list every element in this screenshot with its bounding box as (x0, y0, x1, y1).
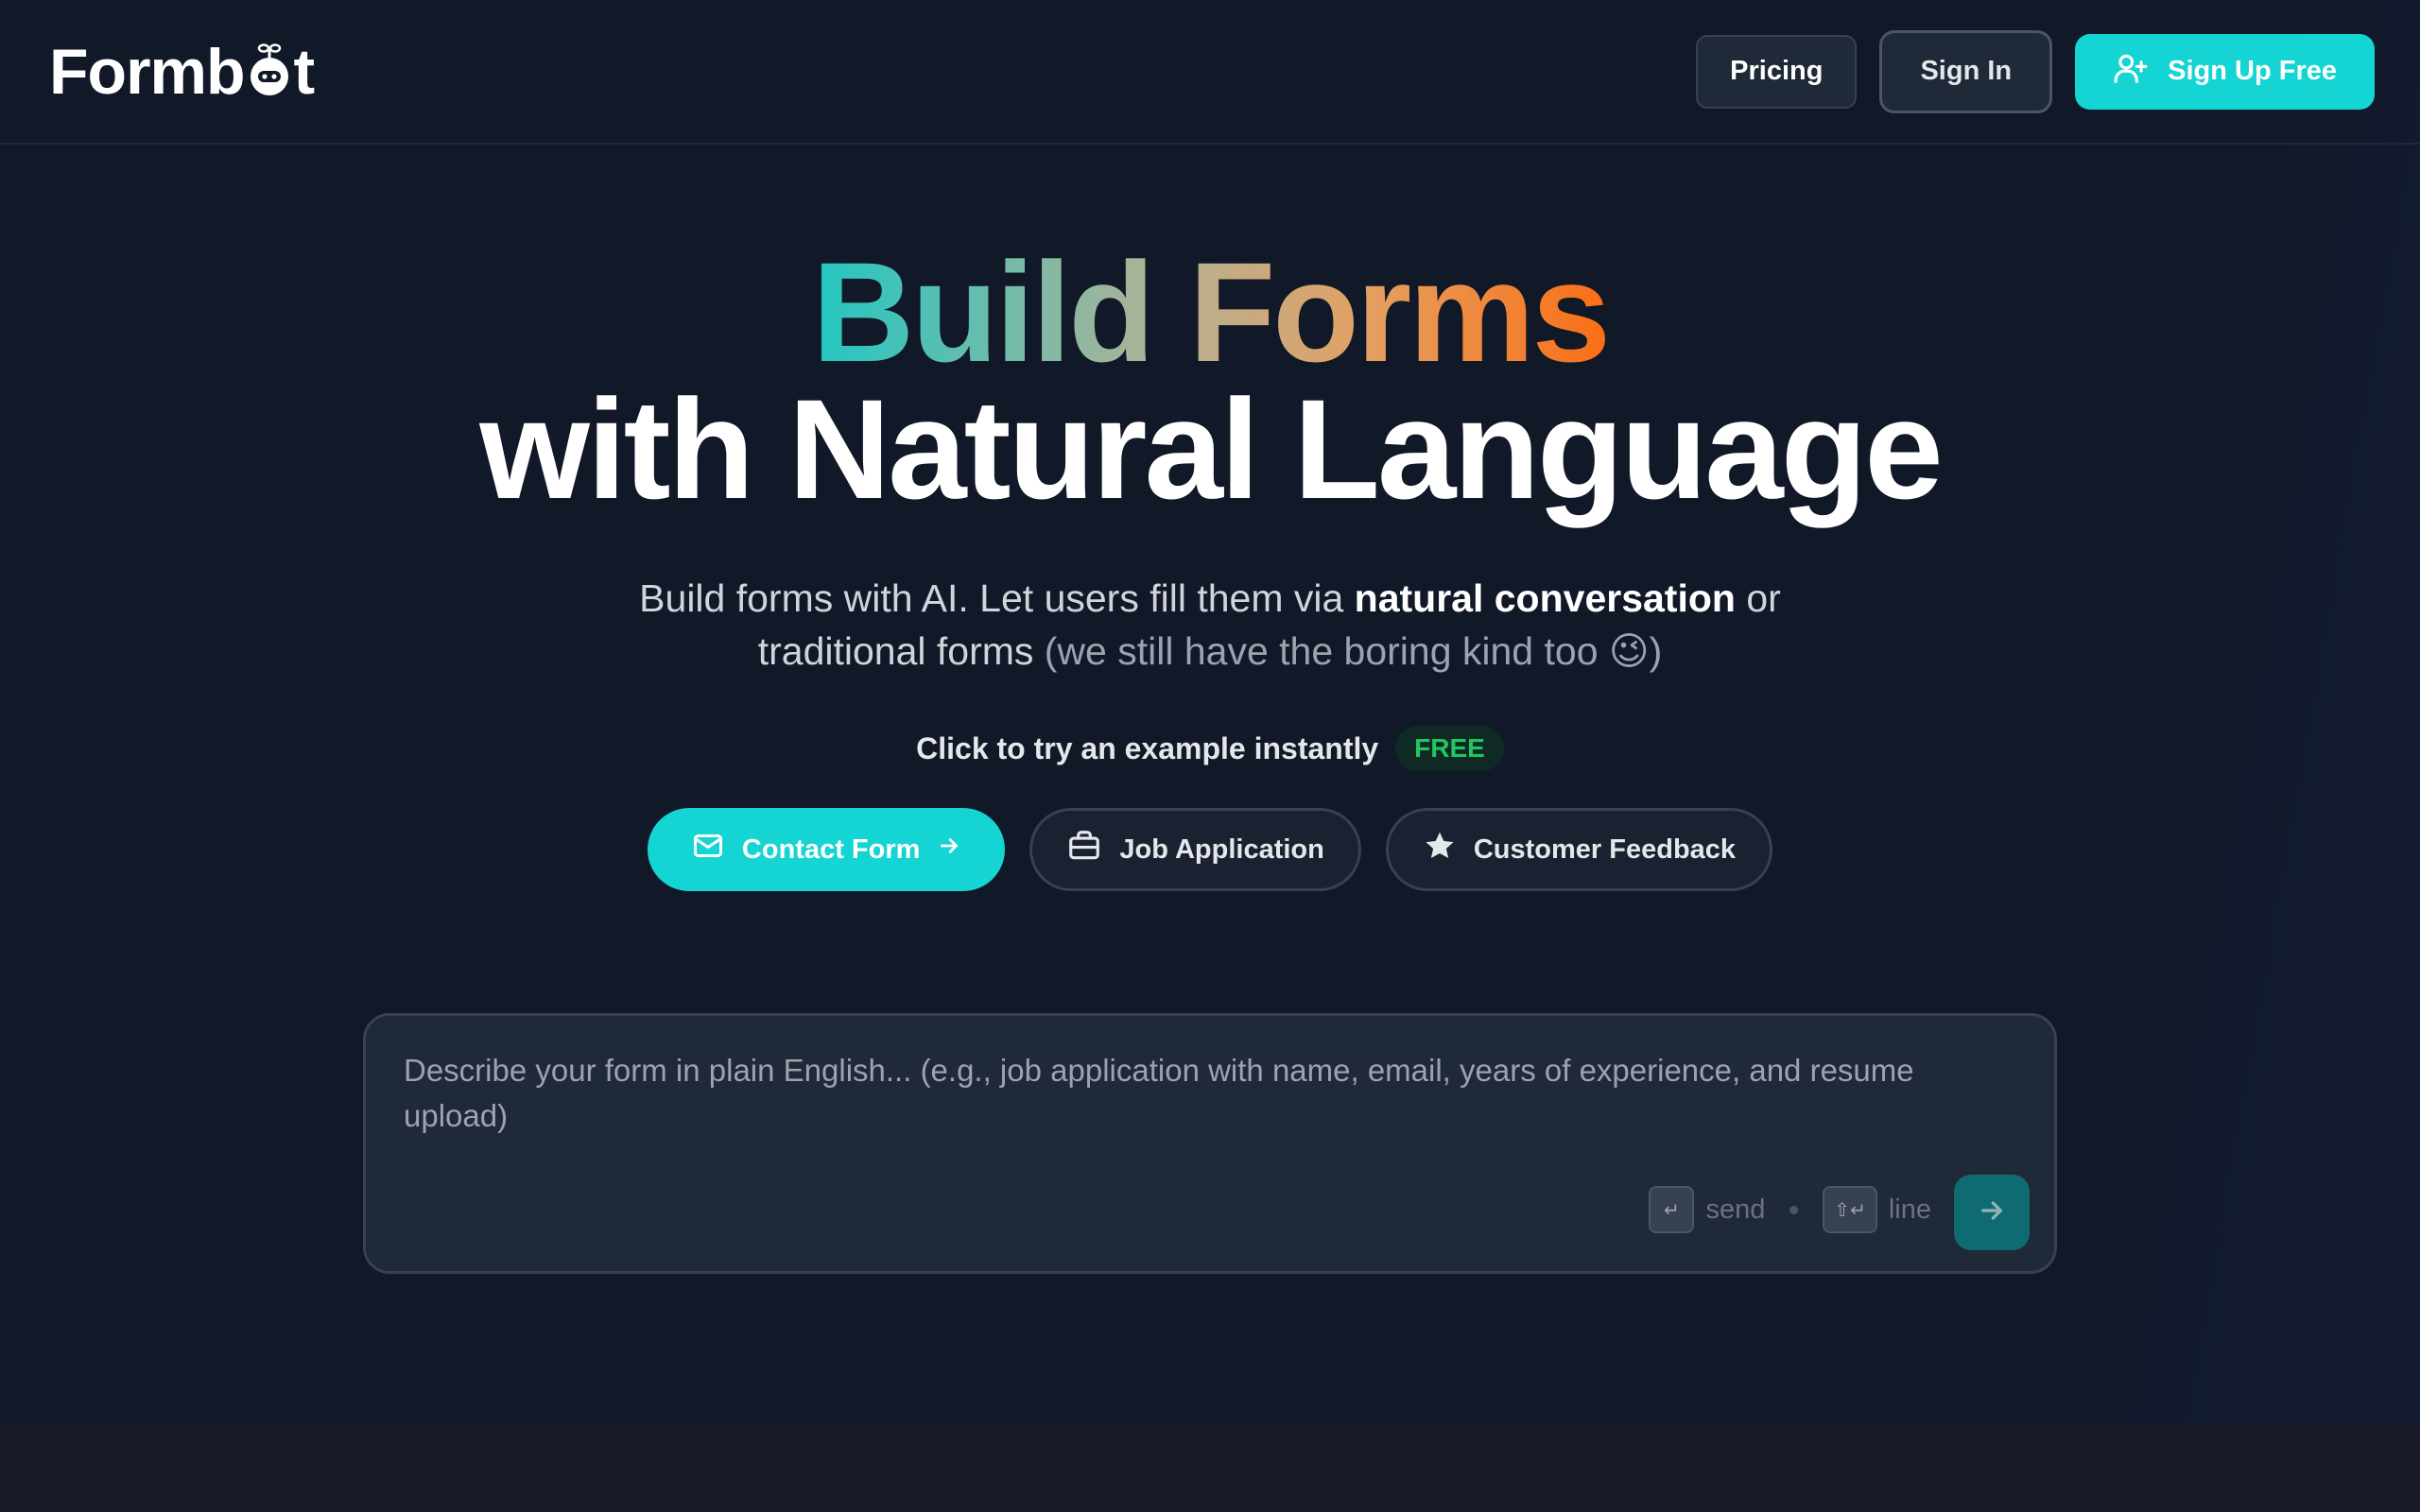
logo[interactable]: Formb t (49, 35, 316, 109)
keyboard-hints: ↵ send ⇧↵ line (1649, 1186, 1931, 1233)
examples-prompt: Click to try an example instantly FREE (0, 726, 2420, 771)
sign-up-label: Sign Up Free (2168, 56, 2337, 86)
hero-word-forms: Forms (1188, 232, 1609, 391)
pricing-label: Pricing (1730, 56, 1824, 86)
form-description-composer: ↵ send ⇧↵ line (363, 1013, 2057, 1274)
customer-feedback-label: Customer Feedback (1473, 833, 1737, 865)
subtitle-part-3: traditional forms (757, 629, 1045, 673)
form-description-input[interactable] (404, 1048, 2020, 1161)
sign-up-button[interactable]: Sign Up Free (2075, 33, 2375, 110)
customer-feedback-example-button[interactable]: Customer Feedback (1385, 808, 1773, 891)
subtitle-bold: natural conversation (1354, 576, 1736, 620)
next-section-edge (0, 1425, 2420, 1512)
nav-actions: Pricing Sign In Sign Up Free (1696, 29, 2375, 113)
top-nav: Formb t Pricing Sign In Sign Up Free (0, 0, 2420, 145)
subtitle-muted: (we still have the boring kind too 😉) (1044, 629, 1663, 673)
hero-title-gradient: Build Forms (812, 232, 1608, 391)
logo-text-start: Formb (49, 35, 246, 108)
robot-icon (247, 43, 292, 99)
hero-subtitle: Build forms with AI. Let users fill them… (0, 572, 2420, 678)
sign-in-label: Sign In (1920, 56, 2013, 86)
send-button[interactable] (1954, 1175, 2030, 1250)
hero-word-build: Build (811, 232, 1152, 391)
enter-key-hint: ↵ (1649, 1186, 1695, 1233)
example-buttons: Contact Form Job Application Customer Fe… (0, 808, 2420, 891)
hint-separator (1789, 1205, 1799, 1214)
hero-title-line2: with Natural Language (479, 369, 1943, 528)
arrow-right-icon (937, 833, 961, 866)
contact-form-label: Contact Form (741, 833, 921, 865)
user-plus-icon (2113, 50, 2149, 94)
subtitle-part-2: or (1735, 576, 1781, 620)
sign-in-button[interactable]: Sign In (1879, 29, 2053, 113)
star-icon (1423, 829, 1457, 870)
arrow-right-icon (1977, 1195, 2007, 1230)
free-badge: FREE (1395, 726, 1504, 771)
page: Formb t Pricing Sign In Sign Up Free Bui… (0, 0, 2420, 1512)
job-application-example-button[interactable]: Job Application (1029, 808, 1361, 891)
logo-text-end: t (293, 35, 316, 108)
job-application-label: Job Application (1119, 833, 1324, 865)
pricing-button[interactable]: Pricing (1696, 34, 1858, 109)
contact-form-example-button[interactable]: Contact Form (647, 808, 1006, 891)
line-hint-label: line (1888, 1194, 1931, 1225)
shift-enter-key-hint: ⇧↵ (1823, 1186, 1877, 1233)
send-hint-label: send (1705, 1194, 1766, 1225)
examples-prompt-text: Click to try an example instantly (916, 730, 1379, 765)
subtitle-part-1: Build forms with AI. Let users fill them… (639, 576, 1355, 620)
mail-icon (691, 829, 725, 870)
briefcase-icon (1066, 828, 1102, 871)
